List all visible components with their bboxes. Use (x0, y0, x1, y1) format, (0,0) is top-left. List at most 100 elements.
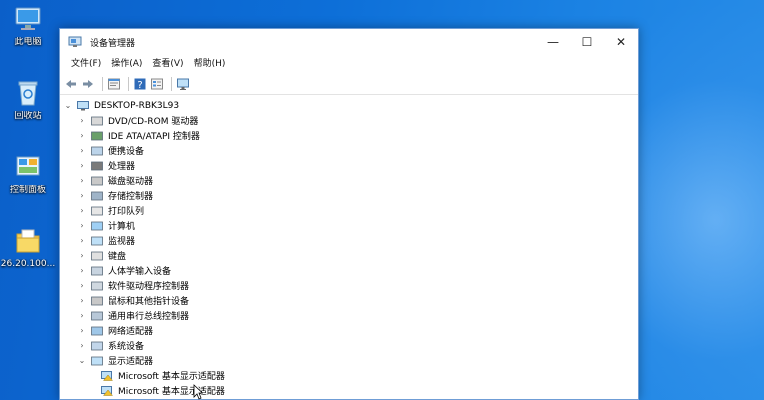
ide-controller-icon (91, 131, 103, 141)
tree-item-label: IDE ATA/ATAPI 控制器 (108, 132, 200, 142)
mouse-icon (91, 296, 103, 306)
tree-item-label: 监视器 (108, 237, 136, 247)
computer-icon (91, 221, 103, 231)
tree-child-label: Microsoft 基本显示适配器 (118, 372, 225, 382)
tree-item[interactable]: › 键盘 (60, 248, 638, 263)
mouse-cursor-icon (193, 384, 204, 400)
tree-item-label: 显示适配器 (108, 357, 154, 367)
tree-item[interactable]: › 通用串行总线控制器 (60, 308, 638, 323)
hid-icon (91, 266, 103, 276)
tree-item[interactable]: › 网络适配器 (60, 323, 638, 338)
window-title: 设备管理器 (90, 38, 136, 49)
desktop-icon-label: 此电脑 (14, 37, 42, 47)
desktop-icon-recycle-bin[interactable]: 回收站 (0, 78, 56, 122)
processor-icon (91, 161, 103, 171)
view-icon[interactable] (150, 77, 164, 91)
tree-item[interactable]: › 便携设备 (60, 143, 638, 158)
chevron-right-icon[interactable]: › (77, 143, 87, 158)
minimize-button[interactable]: — (536, 29, 570, 55)
chevron-right-icon[interactable]: › (77, 188, 87, 203)
tree-item[interactable]: › 磁盘驱动器 (60, 173, 638, 188)
chevron-right-icon[interactable]: › (77, 248, 87, 263)
back-icon[interactable] (64, 77, 78, 91)
chevron-right-icon[interactable]: › (77, 338, 87, 353)
tree-item-label: DVD/CD-ROM 驱动器 (108, 117, 199, 127)
tree-item-label: 网络适配器 (108, 327, 154, 337)
tree-item[interactable]: › 人体学输入设备 (60, 263, 638, 278)
tree-item[interactable]: › 鼠标和其他指针设备 (60, 293, 638, 308)
printer-icon (91, 206, 103, 216)
menu-file[interactable]: 文件(F) (66, 55, 106, 73)
tree-child-item[interactable]: Microsoft 基本显示适配器 (60, 383, 638, 398)
tree-item-label: 人体学输入设备 (108, 267, 172, 277)
desktop-icon-folder[interactable]: 26.20.100... (0, 226, 56, 270)
desktop-icon-this-pc[interactable]: 此电脑 (0, 4, 56, 48)
display-adapter-warning-icon (101, 385, 114, 396)
chevron-right-icon[interactable]: › (77, 323, 87, 338)
chevron-right-icon[interactable]: › (77, 233, 87, 248)
tree-child-item[interactable]: Microsoft 基本显示适配器 (60, 368, 638, 383)
properties-icon[interactable] (107, 77, 121, 91)
menu-view[interactable]: 查看(V) (147, 55, 188, 73)
toolbar-divider (128, 76, 129, 91)
folder-icon (13, 226, 43, 256)
display-adapter-icon (91, 356, 103, 366)
tree-root[interactable]: ⌄ DESKTOP-RBK3L93 (60, 98, 638, 113)
monitor-icon (91, 236, 103, 246)
tree-item-label: 键盘 (108, 252, 127, 262)
keyboard-icon (91, 251, 103, 261)
tree-root-label: DESKTOP-RBK3L93 (94, 100, 180, 111)
portable-device-icon (91, 146, 103, 156)
display-adapter-warning-icon (101, 370, 114, 381)
system-device-icon (91, 341, 103, 351)
monitor-icon[interactable] (176, 77, 190, 91)
chevron-right-icon[interactable]: › (77, 158, 87, 173)
tree-item[interactable]: › 计算机 (60, 218, 638, 233)
toolbar-divider (102, 76, 103, 91)
title-bar[interactable]: 设备管理器 — ☐ ✕ (60, 29, 638, 55)
tree-item[interactable]: ⌄ 显示适配器 (60, 353, 638, 368)
usb-icon (91, 311, 103, 321)
tree-item-label: 软件驱动程序控制器 (108, 282, 190, 292)
desktop-icon-control-panel[interactable]: 控制面板 (0, 152, 56, 196)
forward-icon[interactable] (81, 77, 95, 91)
chevron-down-icon[interactable]: ⌄ (77, 353, 87, 368)
chevron-right-icon[interactable]: › (77, 293, 87, 308)
chevron-right-icon[interactable]: › (77, 203, 87, 218)
tree-item[interactable]: › 处理器 (60, 158, 638, 173)
chevron-right-icon[interactable]: › (77, 113, 87, 128)
maximize-button[interactable]: ☐ (570, 29, 604, 55)
computer-icon (77, 100, 89, 111)
tree-item-label: 存储控制器 (108, 192, 154, 202)
help-icon[interactable]: ? (133, 77, 147, 91)
device-manager-icon (68, 36, 82, 48)
close-button[interactable]: ✕ (604, 29, 638, 55)
tree-item[interactable]: › 存储控制器 (60, 188, 638, 203)
chevron-down-icon[interactable]: ⌄ (63, 98, 73, 113)
desktop-icon-label: 回收站 (14, 111, 42, 121)
tree-item[interactable]: › 系统设备 (60, 338, 638, 353)
menu-help[interactable]: 帮助(H) (189, 55, 231, 73)
tree-item[interactable]: › 打印队列 (60, 203, 638, 218)
desktop-icon-label: 控制面板 (9, 185, 46, 195)
tree-item-label: 打印队列 (108, 207, 145, 217)
tree-item-label: 通用串行总线控制器 (108, 312, 190, 322)
chevron-right-icon[interactable]: › (77, 173, 87, 188)
tree-item[interactable]: › 监视器 (60, 233, 638, 248)
menu-bar: 文件(F) 操作(A) 查看(V) 帮助(H) (60, 55, 638, 73)
toolbar-divider (171, 76, 172, 91)
device-manager-window: 设备管理器 — ☐ ✕ 文件(F) 操作(A) 查看(V) 帮助(H) ? ⌄ … (59, 28, 639, 400)
menu-action[interactable]: 操作(A) (106, 55, 147, 73)
chevron-right-icon[interactable]: › (77, 218, 87, 233)
desktop-icon-label: 26.20.100... (0, 259, 56, 269)
chevron-right-icon[interactable]: › (77, 263, 87, 278)
tree-item[interactable]: › 软件驱动程序控制器 (60, 278, 638, 293)
tree-item[interactable]: › DVD/CD-ROM 驱动器 (60, 113, 638, 128)
chevron-right-icon[interactable]: › (77, 308, 87, 323)
dvd-drive-icon (91, 116, 103, 126)
tree-item[interactable]: › IDE ATA/ATAPI 控制器 (60, 128, 638, 143)
chevron-right-icon[interactable]: › (77, 278, 87, 293)
chevron-right-icon[interactable]: › (77, 128, 87, 143)
recycle-bin-icon (13, 78, 43, 108)
tree-item-label: 磁盘驱动器 (108, 177, 154, 187)
